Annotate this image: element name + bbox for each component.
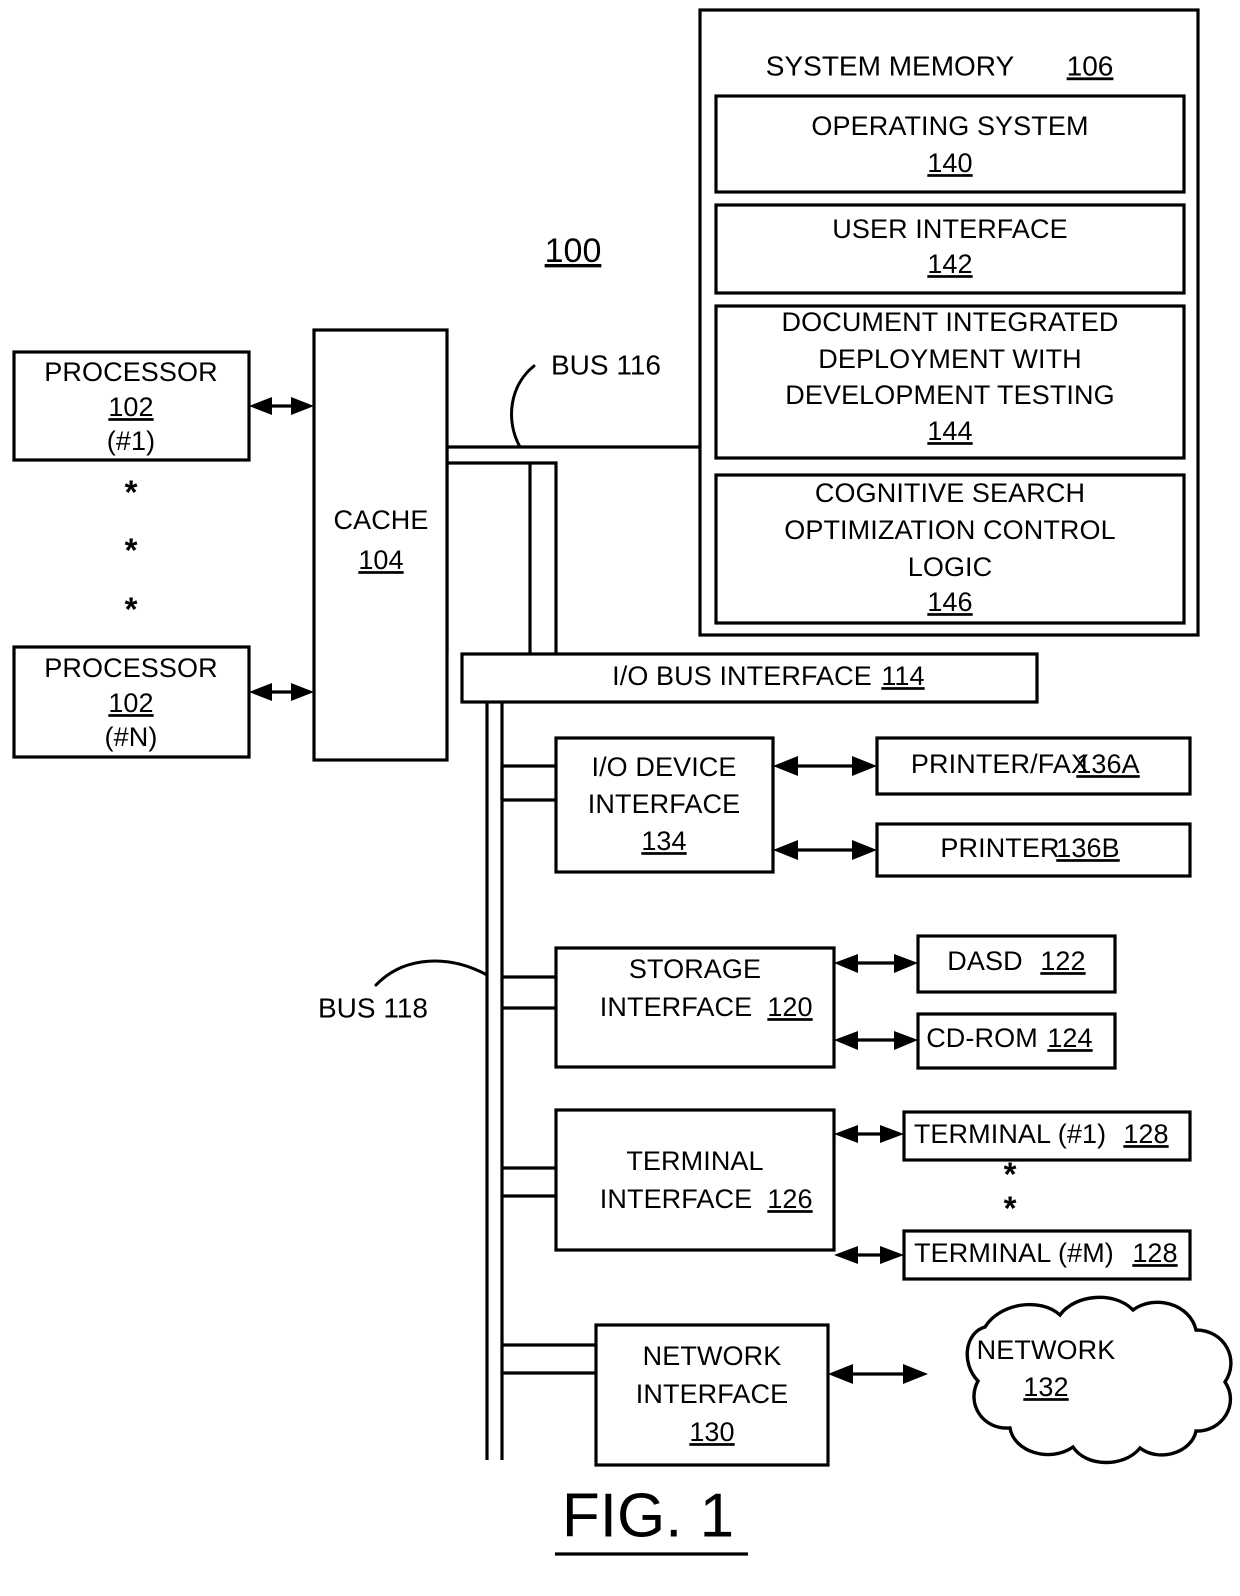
- svg-text:*: *: [125, 591, 138, 628]
- module-142-ref: 142: [927, 249, 972, 279]
- module-document-integrated-deployment: DOCUMENT INTEGRATED DEPLOYMENT WITH DEVE…: [714, 304, 1186, 460]
- module-144-line2: DEPLOYMENT WITH: [818, 344, 1082, 374]
- cache-box: CACHE 104: [312, 328, 449, 762]
- processor-n-box: PROCESSOR 102 (#N): [12, 645, 251, 759]
- io-device-printer-arrows: [773, 756, 877, 860]
- system-reference-100: 100: [545, 232, 602, 270]
- io-device-interface-box: I/O DEVICE INTERFACE 134: [554, 736, 775, 874]
- terminal-interface-line1: TERMINAL: [626, 1146, 763, 1176]
- module-142-line1: USER INTERFACE: [832, 214, 1067, 244]
- io-device-interface-ref: 134: [641, 826, 686, 856]
- module-146-line1: COGNITIVE SEARCH: [815, 478, 1085, 508]
- module-144-ref: 144: [927, 416, 972, 446]
- terminal-interface-box: TERMINAL INTERFACE 126: [554, 1108, 836, 1252]
- printer-ref: 136B: [1056, 833, 1119, 863]
- printer-fax-ref: 136A: [1076, 749, 1139, 779]
- module-144-line1: DOCUMENT INTEGRATED: [782, 307, 1119, 337]
- figure-caption: FIG. 1: [555, 1481, 748, 1556]
- terminal-ellipsis: * *: [1004, 1156, 1017, 1227]
- module-user-interface: USER INTERFACE 142: [714, 203, 1186, 295]
- cdrom-box: CD-ROM 124: [916, 1012, 1117, 1070]
- svg-text:*: *: [1004, 1190, 1017, 1227]
- network-interface-line2: INTERFACE: [636, 1379, 788, 1409]
- terminal-m-label: TERMINAL (#M): [914, 1238, 1114, 1268]
- module-146-line3: LOGIC: [908, 552, 993, 582]
- figure-caption-text: FIG. 1: [562, 1481, 734, 1550]
- storage-interface-box: STORAGE INTERFACE 120: [554, 946, 836, 1069]
- network-interface-line1: NETWORK: [643, 1341, 782, 1371]
- processor-1-box: PROCESSOR 102 (#1): [12, 350, 251, 462]
- bus-118-callout: BUS 118: [318, 959, 489, 1023]
- bus-116-lines: [445, 445, 700, 654]
- io-bus-interface-label: I/O BUS INTERFACE: [612, 661, 872, 691]
- io-device-interface-line2: INTERFACE: [588, 789, 740, 819]
- module-146-ref: 146: [927, 587, 972, 617]
- processor-1-ref: 102: [108, 392, 153, 422]
- system-memory-title: SYSTEM MEMORY: [766, 50, 1015, 81]
- cdrom-ref: 124: [1047, 1023, 1092, 1053]
- network-interface-box: NETWORK INTERFACE 130: [594, 1323, 830, 1467]
- dasd-ref: 122: [1040, 946, 1085, 976]
- io-bus-interface-box: I/O BUS INTERFACE 114: [460, 652, 1039, 704]
- bus-116-callout: BUS 116: [510, 349, 661, 449]
- storage-interface-line1: STORAGE: [629, 954, 761, 984]
- patent-figure-1: PROCESSOR 102 (#1) PROCESSOR 102 (#N) * …: [0, 0, 1240, 1596]
- module-cognitive-search-optimization: COGNITIVE SEARCH OPTIMIZATION CONTROL LO…: [714, 473, 1186, 625]
- printer-fax-box: PRINTER/FAX 136A: [875, 736, 1192, 796]
- printer-fax-label: PRINTER/FAX: [911, 749, 1089, 779]
- network-cloud-label: NETWORK: [977, 1335, 1116, 1365]
- storage-interface-ref: 120: [767, 992, 812, 1022]
- terminal-m-ref: 128: [1132, 1238, 1177, 1268]
- module-140-line1: OPERATING SYSTEM: [811, 111, 1088, 141]
- storage-interface-line2: INTERFACE: [600, 992, 752, 1022]
- processor-1-label: PROCESSOR: [44, 357, 217, 387]
- terminal-interface-line2: INTERFACE: [600, 1184, 752, 1214]
- module-144-line3: DEVELOPMENT TESTING: [785, 380, 1114, 410]
- processor-n-label: PROCESSOR: [44, 653, 217, 683]
- io-bus-interface-ref: 114: [881, 661, 924, 691]
- cache-label: CACHE: [333, 505, 428, 535]
- network-arrow: [828, 1364, 928, 1384]
- bus-118-label: BUS 118: [318, 992, 428, 1023]
- terminal-arrows: [834, 1125, 904, 1264]
- terminal-m-box: TERMINAL (#M) 128: [902, 1229, 1192, 1281]
- module-operating-system: OPERATING SYSTEM 140: [714, 94, 1186, 194]
- network-cloud: NETWORK 132: [965, 1295, 1233, 1465]
- processor-cache-arrows: [249, 397, 314, 701]
- module-146-line2: OPTIMIZATION CONTROL: [784, 515, 1116, 545]
- network-cloud-ref: 132: [1023, 1372, 1068, 1402]
- terminal-interface-ref: 126: [767, 1184, 812, 1214]
- cache-ref: 104: [358, 545, 403, 575]
- module-140-ref: 140: [927, 148, 972, 178]
- cdrom-label: CD-ROM: [926, 1023, 1038, 1053]
- svg-text:*: *: [125, 474, 138, 511]
- processor-n-ref: 102: [108, 688, 153, 718]
- printer-box: PRINTER 136B: [875, 822, 1192, 878]
- system-memory-box: SYSTEM MEMORY 106 OPERATING SYSTEM 140 U…: [698, 8, 1200, 637]
- io-device-interface-line1: I/O DEVICE: [591, 752, 736, 782]
- svg-text:*: *: [125, 532, 138, 569]
- processor-n-index: (#N): [105, 722, 158, 752]
- bus-116-label: BUS 116: [551, 349, 661, 380]
- dasd-label: DASD: [947, 946, 1022, 976]
- system-memory-ref: 106: [1067, 50, 1114, 81]
- svg-text:*: *: [1004, 1156, 1017, 1193]
- network-interface-ref: 130: [689, 1417, 734, 1447]
- processor-ellipsis: * * *: [125, 474, 138, 628]
- storage-device-arrows: [834, 954, 918, 1050]
- terminal-1-box: TERMINAL (#1) 128: [902, 1110, 1192, 1162]
- terminal-1-ref: 128: [1123, 1119, 1168, 1149]
- terminal-1-label: TERMINAL (#1): [914, 1119, 1106, 1149]
- processor-1-index: (#1): [107, 426, 155, 456]
- printer-label: PRINTER: [940, 833, 1059, 863]
- dasd-box: DASD 122: [916, 934, 1117, 994]
